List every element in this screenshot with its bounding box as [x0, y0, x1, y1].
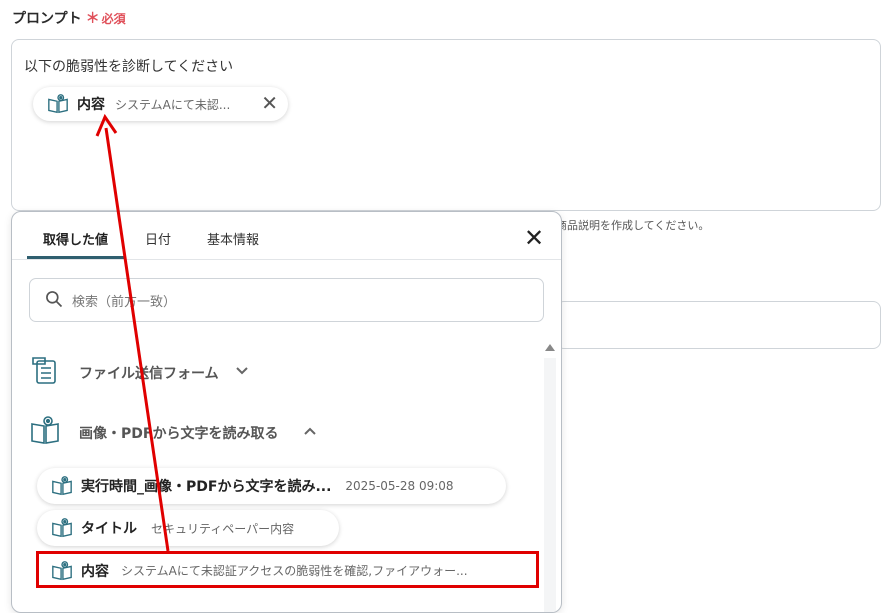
book-open-icon: [48, 94, 68, 114]
form-icon: [32, 357, 56, 384]
search-icon: [46, 291, 63, 308]
list-item-exec-time[interactable]: 実行時間_画像・PDFから文字を読み... 2025-05-28 09:08: [37, 468, 506, 504]
scrollbar-track[interactable]: [544, 358, 556, 612]
group-file-form[interactable]: ファイル送信フォーム: [29, 354, 329, 388]
prompt-label: プロンプト＊必須: [12, 8, 126, 28]
group-ocr[interactable]: 画像・PDFから文字を読み取る: [29, 414, 349, 448]
background-input[interactable]: [556, 301, 881, 349]
book-open-icon: [52, 476, 72, 496]
book-open-icon: [31, 416, 59, 444]
item-value: 2025-05-28 09:08: [345, 479, 454, 493]
tab-basic-info[interactable]: 基本情報: [207, 229, 259, 248]
item-value: セキュリティペーパー内容: [151, 521, 295, 536]
tab-acquired-values[interactable]: 取得した値: [43, 229, 108, 248]
close-icon[interactable]: ✕: [261, 93, 278, 113]
group-label: ファイル送信フォーム: [79, 366, 219, 382]
annotation-highlight-box: [36, 551, 539, 588]
required-star: ＊: [85, 11, 100, 27]
tab-date[interactable]: 日付: [145, 229, 171, 248]
book-open-icon: [52, 518, 72, 538]
search-placeholder: 検索（前方一致）: [72, 295, 177, 310]
prompt-label-text: プロンプト: [12, 11, 82, 27]
prompt-text: 以下の脆弱性を診断してください: [24, 59, 234, 75]
group-label: 画像・PDFから文字を読み取る: [79, 426, 279, 442]
chevron-up-icon: [304, 427, 316, 435]
scroll-up-arrow[interactable]: [545, 344, 555, 351]
chip-value: システムAにて未認...: [115, 97, 231, 112]
item-name: 実行時間_画像・PDFから文字を読み...: [81, 479, 332, 495]
tab-divider: [12, 259, 561, 260]
chevron-down-icon: [236, 367, 248, 375]
search-input[interactable]: 検索（前方一致）: [29, 278, 544, 322]
prompt-variable-chip[interactable]: 内容 システムAにて未認... ✕: [33, 87, 288, 121]
helper-text: 商品説明を作成してください。: [556, 219, 710, 232]
close-icon[interactable]: ✕: [524, 226, 544, 250]
chip-name: 内容: [77, 97, 105, 113]
list-item-title[interactable]: タイトル セキュリティペーパー内容: [37, 510, 339, 546]
item-name: タイトル: [81, 521, 137, 537]
required-text: 必須: [101, 12, 126, 26]
